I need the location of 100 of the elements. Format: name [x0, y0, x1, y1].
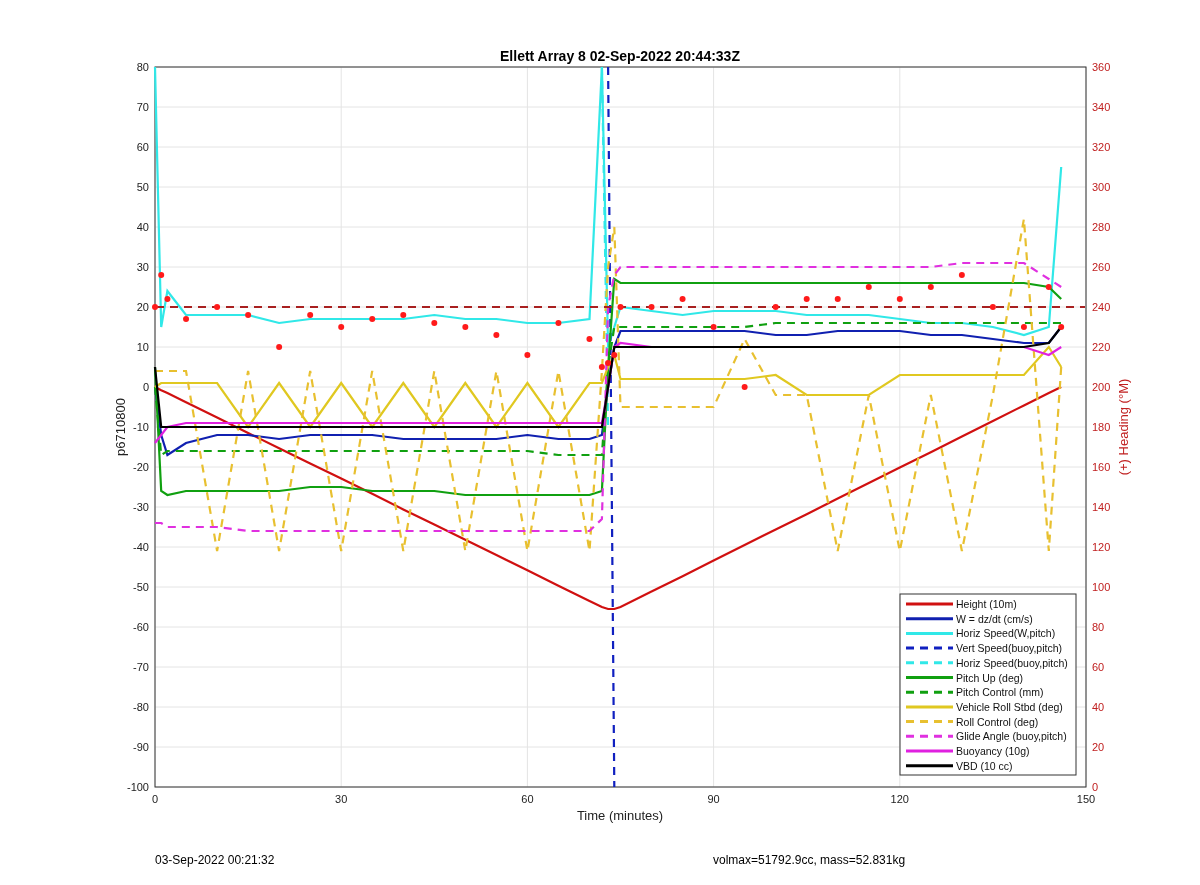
heading-dot: [586, 336, 593, 342]
heading-dot: [524, 352, 531, 358]
right-tick-label: 180: [1092, 421, 1111, 433]
right-tick-label: 360: [1092, 61, 1111, 73]
legend-line-icon: [906, 602, 953, 606]
legend-line-icon: [906, 764, 953, 768]
heading-dot: [245, 312, 252, 318]
right-tick-label: 280: [1092, 221, 1111, 233]
heading-dot: [989, 304, 996, 310]
y-tick-label: -50: [133, 581, 149, 593]
right-tick-label: 300: [1092, 181, 1111, 193]
legend-label: Pitch Up (deg): [956, 671, 1024, 684]
y-tick-label: -60: [133, 621, 149, 633]
heading-dot: [741, 384, 748, 390]
y-tick-label: 30: [136, 261, 149, 273]
heading-dot: [679, 296, 686, 302]
x-tick-label: 150: [1076, 793, 1096, 805]
legend-line-icon: [906, 720, 953, 724]
y-tick-label: -10: [133, 421, 149, 433]
right-tick-label: 100: [1092, 581, 1111, 593]
y-tick-label: 70: [136, 101, 149, 113]
heading-dot: [958, 272, 965, 278]
heading-dot: [214, 304, 221, 310]
right-tick-label: 140: [1092, 501, 1111, 513]
legend-label: Height (10m): [956, 598, 1017, 610]
legend-label: Pitch Control (mm): [956, 686, 1044, 699]
y-tick-label: 40: [136, 221, 149, 233]
heading-dot: [183, 316, 190, 322]
legend-line-icon: [906, 734, 953, 738]
right-tick-label: 340: [1092, 101, 1111, 113]
y-tick-label: -90: [133, 741, 149, 753]
right-tick-label: 0: [1092, 781, 1099, 793]
y-tick-label: -80: [133, 701, 149, 713]
summary-text: volmax=51792.9cc, mass=52.831kg: [713, 853, 906, 867]
heading-dot: [1045, 284, 1052, 290]
legend-label: Buoyancy (10g): [956, 745, 1030, 757]
legend-line-icon: [906, 646, 953, 650]
heading-dot: [400, 312, 407, 318]
y-axis-label: p6710800: [113, 398, 128, 456]
heading-dot: [493, 332, 500, 338]
heading-dot: [710, 324, 717, 330]
heading-dot: [648, 304, 655, 310]
heading-dot: [431, 320, 438, 326]
y-tick-label: -70: [133, 661, 149, 673]
y-tick-label: -30: [133, 501, 149, 513]
legend-line-icon: [906, 749, 953, 753]
x-axis-label: Time (minutes): [576, 808, 664, 823]
heading-dot: [617, 304, 624, 310]
right-tick-label: 260: [1092, 261, 1111, 273]
y-tick-label: -40: [133, 541, 149, 553]
right-tick-label: 320: [1092, 141, 1111, 153]
x-tick-label: 90: [707, 793, 720, 805]
y-tick-label: 20: [136, 301, 149, 313]
y-tick-label: 50: [136, 181, 149, 193]
y-tick-label: 10: [136, 341, 149, 353]
heading-dot: [927, 284, 934, 290]
right-tick-label: 20: [1092, 741, 1105, 753]
x-tick-label: 60: [521, 793, 534, 805]
legend-line-icon: [906, 705, 953, 709]
heading-dot: [152, 304, 158, 310]
legend-line-icon: [906, 690, 953, 694]
legend-line-icon: [906, 676, 953, 679]
legend-label: Glide Angle (buoy,pitch): [956, 730, 1067, 743]
heading-dot: [611, 352, 618, 358]
y-tick-label: 80: [136, 61, 149, 73]
legend-line-icon: [906, 617, 953, 621]
right-axis-label: (+) Heading (°M): [1116, 378, 1131, 476]
legend-line-icon: [906, 631, 953, 635]
legend-label: Horiz Speed(buoy,pitch): [956, 656, 1068, 669]
legend-label: VBD (10 cc): [956, 759, 1013, 772]
right-tick-label: 40: [1092, 701, 1105, 713]
legend-label: Vert Speed(buoy,pitch): [956, 642, 1063, 655]
heading-dot: [896, 296, 903, 302]
x-tick-label: 0: [151, 793, 159, 805]
y-tick-label: 0: [142, 381, 149, 393]
timestamp-text: 03-Sep-2022 00:21:32: [155, 853, 276, 867]
heading-dot: [369, 316, 376, 322]
y-tick-label: -20: [133, 461, 149, 473]
legend-label: Horiz Speed(W,pitch): [956, 627, 1056, 640]
heading-dot: [164, 296, 171, 302]
legend-label: W = dz/dt (cm/s): [956, 612, 1033, 625]
legend-label: Roll Control (deg): [956, 715, 1039, 728]
heading-dot: [803, 296, 810, 302]
legend-label: Vehicle Roll Stbd (deg): [956, 700, 1063, 713]
heading-dot: [1058, 324, 1065, 330]
heading-dot: [834, 296, 841, 302]
right-tick-label: 120: [1092, 541, 1111, 553]
x-tick-label: 30: [335, 793, 348, 805]
y-tick-label: 60: [136, 141, 149, 153]
right-tick-label: 60: [1092, 661, 1105, 673]
heading-dot: [555, 320, 562, 326]
right-tick-label: 160: [1092, 461, 1111, 473]
right-tick-label: 200: [1092, 381, 1111, 393]
heading-dot: [338, 324, 345, 330]
right-tick-label: 220: [1092, 341, 1111, 353]
heading-dot: [1020, 324, 1027, 330]
heading-dot: [158, 272, 165, 278]
heading-dot: [462, 324, 469, 330]
right-tick-label: 240: [1092, 301, 1111, 313]
heading-dot: [276, 344, 283, 350]
